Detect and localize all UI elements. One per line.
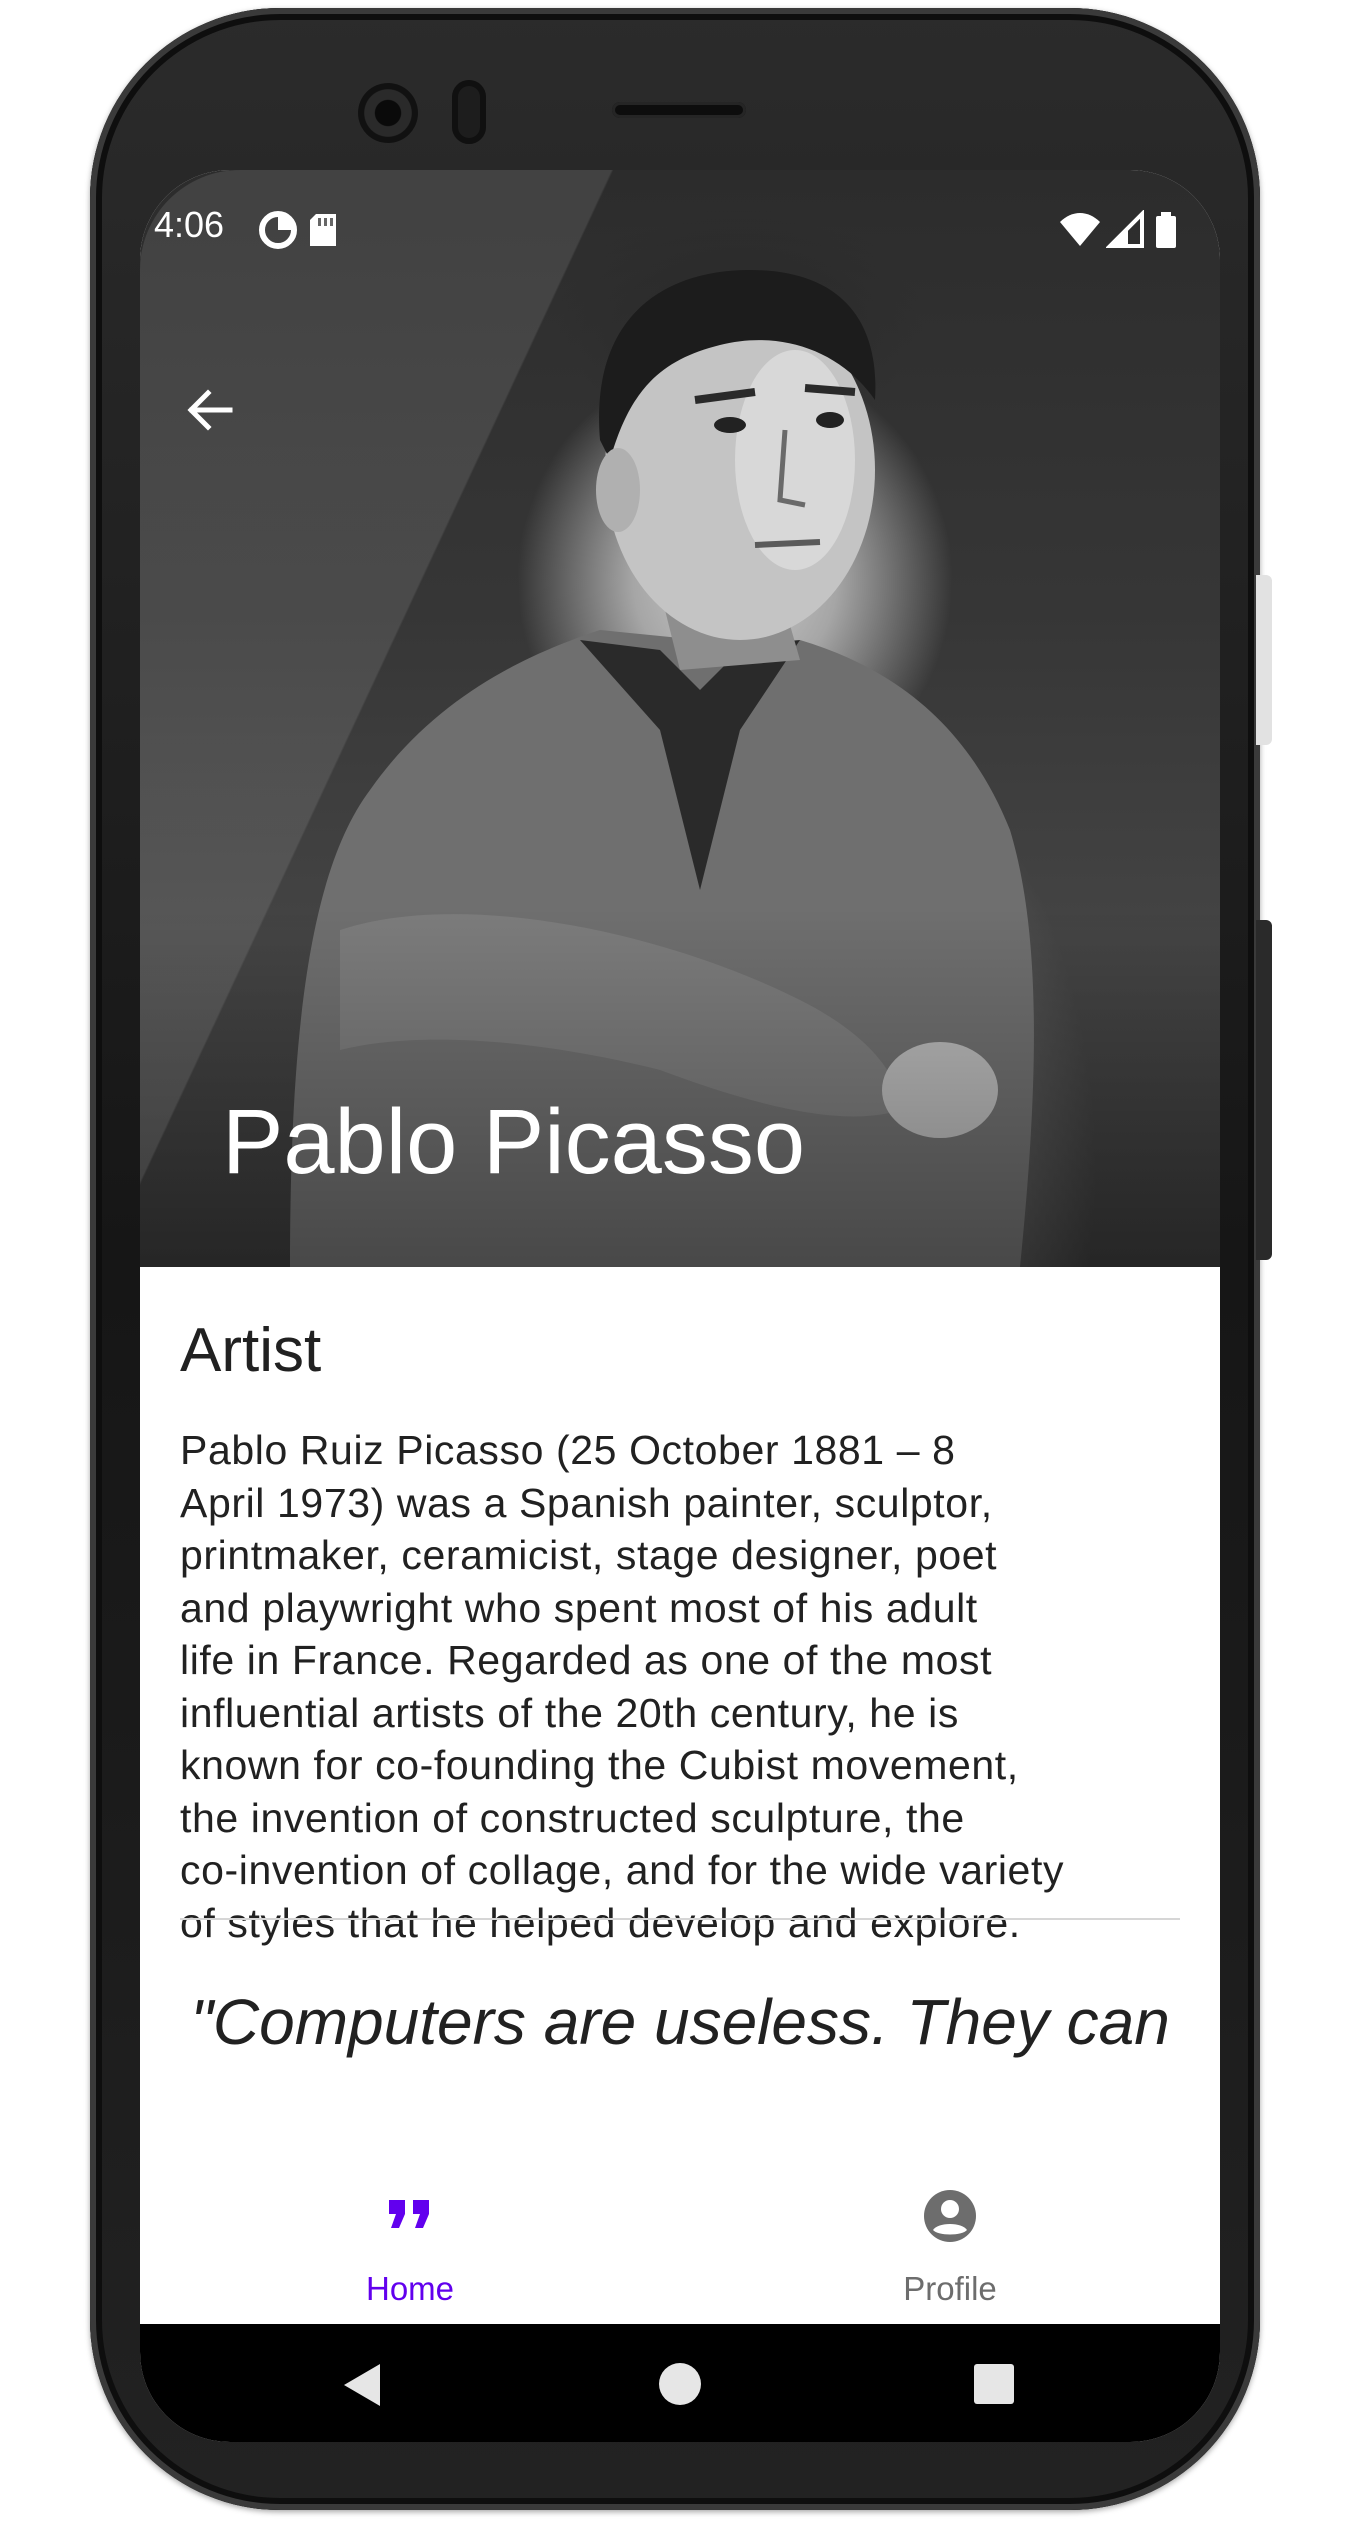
quote-container: "Computers are useless. They can	[140, 1987, 1220, 2081]
back-arrow-icon[interactable]	[180, 380, 240, 440]
divider	[180, 1918, 1180, 1920]
artist-photo: 4:06 Pablo Picasso	[140, 170, 1220, 1267]
bio-line: known for co-founding the Cubist movemen…	[180, 1742, 1019, 1788]
account-circle-icon	[924, 2190, 976, 2242]
bio-line: of styles that he helped develop and exp…	[180, 1899, 1021, 1946]
earpiece-speaker	[612, 102, 746, 118]
recents-square-icon[interactable]	[973, 2363, 1015, 2405]
battery-icon	[1156, 212, 1176, 248]
bio-line: April 1973) was a Spanish painter, sculp…	[180, 1479, 993, 1526]
proximity-sensor	[452, 80, 486, 144]
cell-signal-icon	[1106, 210, 1144, 248]
status-time: 4:06	[154, 204, 225, 245]
data-saver-icon	[259, 211, 297, 249]
power-button	[1256, 575, 1272, 745]
nav-item-profile[interactable]: Profile	[680, 2168, 1220, 2324]
nav-label-home: Home	[365, 2270, 455, 2307]
status-bar: 4:06	[140, 200, 1220, 260]
bottom-navigation: Home Profile	[140, 2168, 1220, 2324]
system-navigation-bar	[140, 2324, 1220, 2442]
front-camera	[358, 83, 418, 143]
wifi-icon	[1060, 213, 1100, 246]
bio-line: and playwright who spent most of his adu…	[180, 1584, 978, 1631]
artist-quote: "Computers are useless. They can	[190, 1987, 1170, 2058]
bio-line: Pablo Ruiz Picasso (25 October 1881 – 8	[180, 1427, 956, 1473]
home-circle-icon[interactable]	[658, 2362, 702, 2406]
artist-bio: Pablo Ruiz Picasso (25 October 1881 – 8 …	[180, 1424, 1190, 1949]
back-triangle-icon[interactable]	[340, 2362, 384, 2408]
hero-gradient	[140, 907, 1220, 1267]
bio-line: co-invention of collage, and for the wid…	[180, 1847, 1065, 1893]
section-title: Artist	[180, 1316, 322, 1385]
nav-item-home[interactable]: Home	[140, 2168, 680, 2324]
volume-button	[1256, 920, 1272, 1260]
format-quote-icon	[389, 2200, 429, 2228]
artist-name-title: Pablo Picasso	[222, 1091, 805, 1193]
bio-line: influential artists of the 20th century,…	[180, 1689, 959, 1736]
nav-label-profile: Profile	[903, 2270, 997, 2307]
sd-card-icon	[310, 214, 336, 246]
bio-line: the invention of constructed sculpture, …	[180, 1794, 965, 1841]
bio-line: printmaker, ceramicist, stage designer, …	[180, 1532, 998, 1578]
bio-line: life in France. Regarded as one of the m…	[180, 1637, 993, 1683]
app-screen: 4:06 Pablo Picasso Artist Pablo Ruiz Pic…	[140, 170, 1220, 2442]
